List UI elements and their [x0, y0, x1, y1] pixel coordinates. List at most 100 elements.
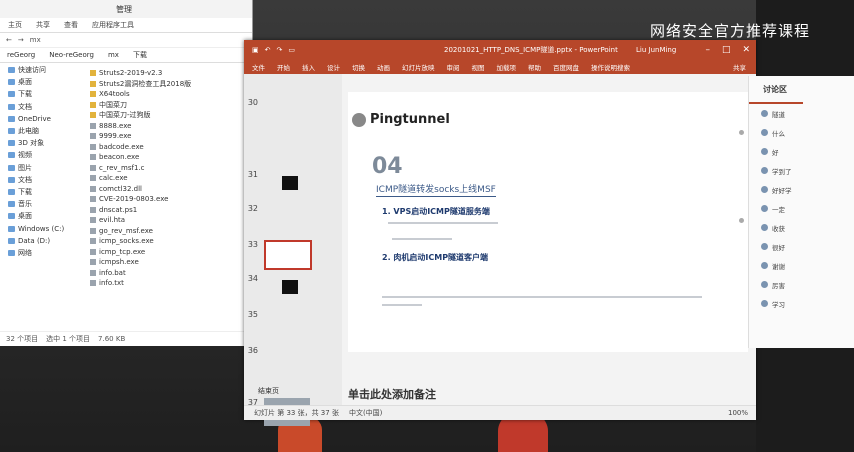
- ppt-ribbon-tab[interactable]: 审阅: [447, 62, 460, 72]
- minimize-icon[interactable]: –: [705, 45, 710, 55]
- file-item[interactable]: Struts2-2019-v2.3: [86, 68, 252, 79]
- file-item[interactable]: 9999.exe: [86, 131, 252, 142]
- nav-item[interactable]: 视频: [0, 149, 86, 161]
- explorer-tab[interactable]: 下载: [130, 49, 150, 61]
- ppt-ribbon-tab[interactable]: 切换: [352, 62, 365, 72]
- file-item[interactable]: comctl32.dll: [86, 184, 252, 195]
- ppt-ribbon-tab[interactable]: 设计: [327, 62, 340, 72]
- nav-item[interactable]: OneDrive: [0, 113, 86, 125]
- file-name: c_rev_msf1.c: [99, 163, 145, 172]
- file-item[interactable]: c_rev_msf1.c: [86, 163, 252, 174]
- file-item[interactable]: info.bat: [86, 268, 252, 279]
- nav-item[interactable]: Data (D:): [0, 235, 86, 247]
- folder-icon: [8, 225, 15, 232]
- selection-count: 选中 1 个项目: [46, 335, 91, 343]
- explorer-titlebar[interactable]: 管理: [0, 0, 252, 18]
- nav-item[interactable]: 此电脑: [0, 125, 86, 137]
- ppt-ribbon-tab[interactable]: 操作说明搜索: [591, 62, 630, 72]
- watermark: 网络安全官方推荐课程: [650, 22, 811, 40]
- notes-placeholder[interactable]: 单击此处添加备注: [348, 386, 436, 402]
- slide-canvas[interactable]: Pingtunnel 04 ICMP隧道转发socks上线MSF 1. VPS启…: [348, 92, 748, 352]
- file-item[interactable]: icmp_socks.exe: [86, 236, 252, 247]
- ribbon-tab[interactable]: 共享: [36, 20, 50, 30]
- discussion-header[interactable]: 讨论区: [749, 76, 803, 104]
- zoom-level[interactable]: 100%: [728, 409, 748, 417]
- avatar: [761, 110, 768, 117]
- nav-item[interactable]: 文档: [0, 174, 86, 186]
- redo-icon[interactable]: ↷: [277, 46, 283, 54]
- powerpoint-window[interactable]: ▣ ↶ ↷ ▭ 20201021_HTTP_DNS_ICMP隧道.pptx - …: [244, 40, 756, 426]
- ppt-ribbon-tab[interactable]: 视图: [472, 62, 485, 72]
- close-icon[interactable]: ✕: [742, 45, 750, 55]
- file-item[interactable]: Struts2漏洞检查工具2018版: [86, 79, 252, 90]
- blurred-text: [382, 304, 422, 306]
- file-item[interactable]: icmp_tcp.exe: [86, 247, 252, 258]
- explorer-tab[interactable]: Neo-reGeorg: [46, 50, 97, 60]
- start-slideshow-icon[interactable]: ▭: [288, 46, 295, 54]
- ppt-ribbon-tab[interactable]: 开始: [277, 62, 290, 72]
- slide-thumb-30[interactable]: 30: [244, 98, 258, 107]
- nav-item[interactable]: 图片: [0, 162, 86, 174]
- file-item[interactable]: 中国菜刀-过狗版: [86, 110, 252, 121]
- file-item[interactable]: evil.hta: [86, 215, 252, 226]
- nav-item[interactable]: 桌面: [0, 210, 86, 222]
- nav-item-label: 文档: [18, 102, 32, 111]
- ppt-titlebar[interactable]: ▣ ↶ ↷ ▭ 20201021_HTTP_DNS_ICMP隧道.pptx - …: [244, 40, 756, 60]
- nav-item-label: 桌面: [18, 212, 32, 221]
- nav-item[interactable]: 快速访问: [0, 64, 86, 76]
- share-button[interactable]: 共享: [733, 62, 746, 72]
- ppt-ribbon-tab[interactable]: 百度网盘: [553, 62, 579, 72]
- save-icon[interactable]: ▣: [252, 46, 259, 54]
- file-item[interactable]: beacon.exe: [86, 152, 252, 163]
- file-item[interactable]: info.txt: [86, 278, 252, 289]
- slide-thumb-31[interactable]: 31: [244, 170, 308, 196]
- file-item[interactable]: calc.exe: [86, 173, 252, 184]
- file-item[interactable]: badcode.exe: [86, 142, 252, 153]
- file-item[interactable]: CVE-2019-0803.exe: [86, 194, 252, 205]
- ppt-ribbon-tab[interactable]: 插入: [302, 62, 315, 72]
- file-item[interactable]: 中国菜刀: [86, 100, 252, 111]
- nav-item[interactable]: 下载: [0, 186, 86, 198]
- file-item[interactable]: dnscat.ps1: [86, 205, 252, 216]
- file-item[interactable]: X64tools: [86, 89, 252, 100]
- comment-item: 一定: [749, 199, 854, 218]
- section-label[interactable]: 结束页: [258, 386, 279, 396]
- nav-item[interactable]: 文档: [0, 101, 86, 113]
- step-2-heading: 2. 肉机启动ICMP隧道客户端: [382, 253, 489, 262]
- explorer-tab[interactable]: mx: [105, 50, 122, 60]
- language[interactable]: 中文(中国): [349, 408, 382, 418]
- nav-item[interactable]: 3D 对象: [0, 137, 86, 149]
- slide-thumb-34[interactable]: 34: [244, 274, 308, 300]
- address-bar[interactable]: ← → mx: [0, 33, 252, 48]
- undo-icon[interactable]: ↶: [265, 46, 271, 54]
- ppt-ribbon-tab[interactable]: 幻灯片放映: [402, 62, 435, 72]
- slide-thumb-36[interactable]: 36: [244, 346, 258, 355]
- explorer-tab[interactable]: reGeorg: [4, 50, 38, 60]
- ppt-ribbon-tab[interactable]: 帮助: [528, 62, 541, 72]
- nav-item[interactable]: 桌面: [0, 76, 86, 88]
- slide-thumb-32[interactable]: 32: [244, 204, 258, 213]
- file-explorer-window[interactable]: 管理 主页 共享 查看 应用程序工具 ← → mx reGeorg Neo-re…: [0, 0, 253, 346]
- file-item[interactable]: 8888.exe: [86, 121, 252, 132]
- ppt-ribbon-tab[interactable]: 文件: [252, 62, 265, 72]
- ribbon-tab[interactable]: 应用程序工具: [92, 20, 134, 30]
- nav-item[interactable]: 音乐: [0, 198, 86, 210]
- restore-icon[interactable]: □: [722, 45, 731, 55]
- folder-icon: [8, 91, 15, 98]
- back-arrow-icon[interactable]: ←: [6, 36, 12, 44]
- ppt-ribbon-tab[interactable]: 加载项: [497, 62, 517, 72]
- slide-thumb-35[interactable]: 35: [244, 310, 258, 319]
- nav-item[interactable]: Windows (C:): [0, 222, 86, 234]
- ribbon-tab[interactable]: 主页: [8, 20, 22, 30]
- nav-item[interactable]: 网络: [0, 247, 86, 259]
- ppt-ribbon-tab[interactable]: 动画: [377, 62, 390, 72]
- file-item[interactable]: icmpsh.exe: [86, 257, 252, 268]
- ribbon-tab[interactable]: 查看: [64, 20, 78, 30]
- slide-thumb-33[interactable]: 33: [244, 240, 312, 270]
- nav-item[interactable]: 下载: [0, 88, 86, 100]
- forward-arrow-icon[interactable]: →: [18, 36, 24, 44]
- blurred-text: [392, 238, 452, 240]
- file-name: icmp_socks.exe: [99, 237, 154, 246]
- user-name[interactable]: Liu JunMing: [636, 46, 676, 54]
- file-item[interactable]: go_rev_msf.exe: [86, 226, 252, 237]
